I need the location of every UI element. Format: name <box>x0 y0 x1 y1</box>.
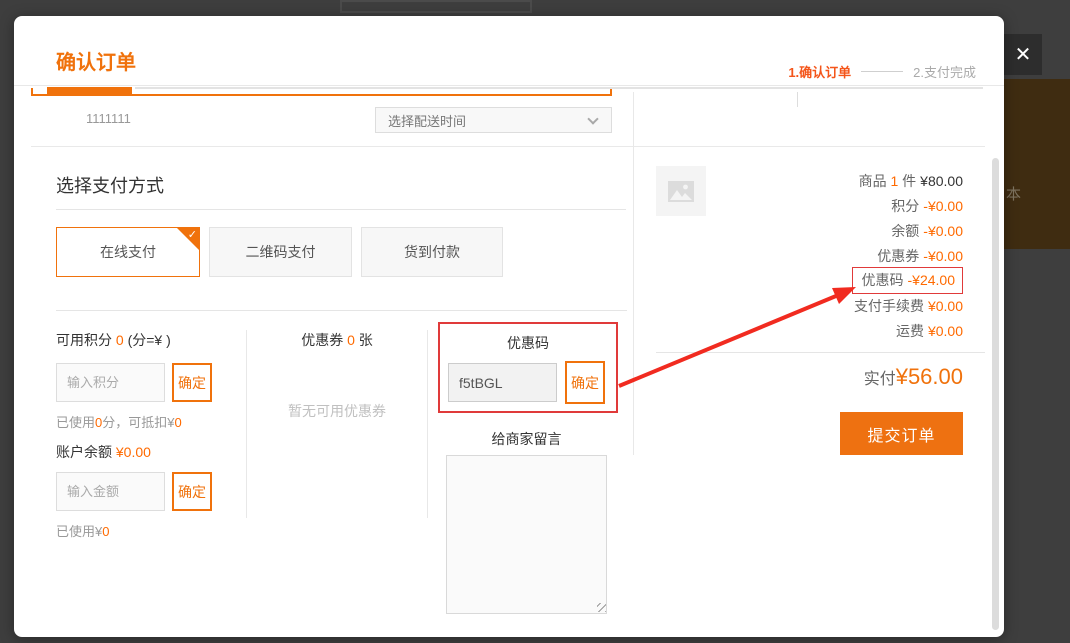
total-label: 实付 <box>864 371 896 388</box>
check-icon: ✓ <box>188 228 197 241</box>
chevron-down-icon <box>587 113 598 124</box>
close-button[interactable]: ✕ <box>1004 34 1042 75</box>
step-confirm-order: 1.确认订单 <box>788 62 851 81</box>
summary-divider <box>656 352 985 353</box>
submit-order-button[interactable]: 提交订单 <box>840 412 963 455</box>
balance-input[interactable] <box>56 472 165 511</box>
scrolled-border-fragment <box>31 88 33 96</box>
coupon-empty-text: 暂无可用优惠券 <box>247 401 427 421</box>
tab-qrcode-payment[interactable]: 二维码支付 <box>209 227 352 277</box>
column-divider <box>246 330 247 518</box>
summary-row-fee: 支付手续费¥0.00 <box>640 293 963 318</box>
points-value: 0 <box>116 332 124 348</box>
summary-row-points: 积分-¥0.00 <box>640 193 963 218</box>
promo-code-input[interactable] <box>448 363 557 402</box>
balance-value: ¥0.00 <box>116 444 151 460</box>
balance-line: 账户余额 ¥0.00 <box>56 442 151 462</box>
merchant-message-label: 给商家留言 <box>446 429 607 449</box>
promo-code-highlight-box: 优惠码 确定 <box>438 322 618 413</box>
scrolled-border-fragment <box>31 94 612 96</box>
balance-label: 账户余额 <box>56 444 112 460</box>
summary-item-row: 商品 1 件¥80.00 <box>640 168 963 193</box>
header-divider <box>14 85 1004 86</box>
background-brown-panel: 文本 <box>1004 79 1070 249</box>
summary-row-shipping: 运费¥0.00 <box>640 318 963 343</box>
points-used-note: 已使用0分，可抵扣¥0 <box>56 412 182 431</box>
points-available-line: 可用积分 0 (分=¥ ) <box>56 330 171 350</box>
promo-amount-highlight-box: 优惠码-¥24.00 <box>852 267 963 294</box>
section-divider <box>31 146 985 147</box>
confirm-order-dialog: 确认订单 1.确认订单 2.支付完成 1111111 选择配送时间 选择支付方式… <box>14 16 1004 637</box>
table-column-divider <box>797 92 798 107</box>
delivery-time-select-label: 选择配送时间 <box>388 111 466 130</box>
main-column-divider <box>633 92 634 455</box>
points-confirm-button[interactable]: 确定 <box>172 363 212 402</box>
delivery-time-select[interactable]: 选择配送时间 <box>375 107 612 133</box>
tab-online-payment[interactable]: 在线支付 ✓ <box>56 227 200 277</box>
balance-used-note: 已使用¥0 <box>56 521 109 540</box>
scrolled-border-fragment <box>610 88 612 96</box>
background-element-fragment <box>340 0 532 13</box>
promo-code-heading: 优惠码 <box>440 333 616 353</box>
total-value: ¥56.00 <box>896 364 963 389</box>
points-input[interactable] <box>56 363 165 402</box>
step-divider <box>861 71 903 72</box>
payment-method-heading: 选择支付方式 <box>56 172 164 198</box>
tab-qrcode-payment-label: 二维码支付 <box>246 242 316 262</box>
summary-row-promo-code: 优惠码-¥24.00 <box>640 268 963 293</box>
tab-cash-on-delivery-label: 货到付款 <box>404 242 460 262</box>
close-icon: ✕ <box>1015 42 1032 67</box>
dialog-title: 确认订单 <box>56 46 136 75</box>
coupon-heading: 优惠券 0 张 <box>247 330 427 350</box>
order-number: 1111111 <box>86 111 131 126</box>
scrolled-table-border <box>135 87 983 89</box>
textarea-resize-handle[interactable] <box>597 603 606 612</box>
tab-online-payment-label: 在线支付 <box>100 242 156 262</box>
points-note: (分=¥ ) <box>128 332 171 348</box>
background-text: 文本 <box>1004 183 1023 204</box>
points-label: 可用积分 <box>56 332 112 348</box>
column-divider <box>427 330 428 518</box>
balance-confirm-button[interactable]: 确定 <box>172 472 212 511</box>
scrollbar-thumb[interactable] <box>992 158 999 630</box>
checkout-steps: 1.确认订单 2.支付完成 <box>788 62 976 81</box>
summary-row-balance: 余额-¥0.00 <box>640 218 963 243</box>
summary-row-coupon: 优惠券-¥0.00 <box>640 243 963 268</box>
order-summary: 商品 1 件¥80.00 积分-¥0.00 余额-¥0.00 优惠券-¥0.00… <box>640 168 963 343</box>
total-line: 实付¥56.00 <box>640 364 963 390</box>
heading-divider <box>56 209 626 210</box>
section-divider <box>56 310 627 311</box>
merchant-message-textarea[interactable] <box>446 455 607 614</box>
step-payment-complete: 2.支付完成 <box>913 62 976 81</box>
tab-cash-on-delivery[interactable]: 货到付款 <box>361 227 503 277</box>
promo-confirm-button[interactable]: 确定 <box>565 361 605 404</box>
